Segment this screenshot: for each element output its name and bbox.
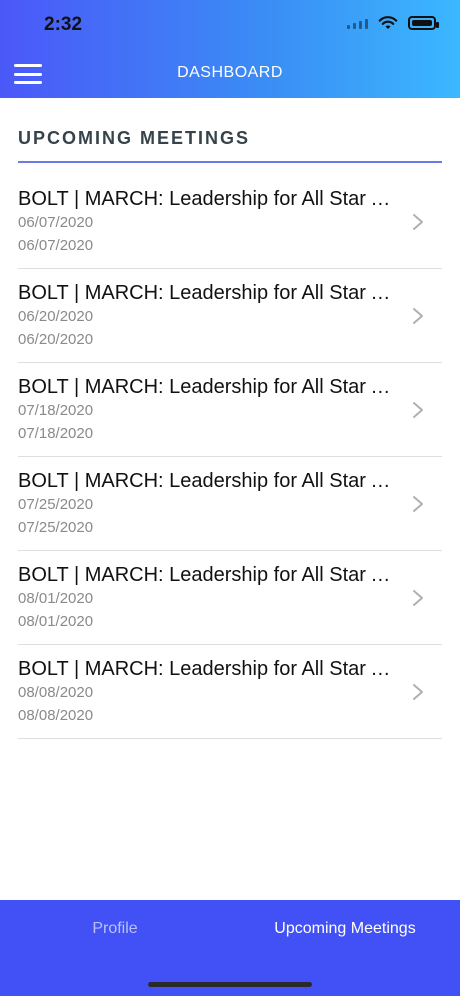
meeting-title: BOLT | MARCH: Leadership for All Star At… [18,376,398,398]
meeting-list-item[interactable]: BOLT | MARCH: Leadership for All Star At… [18,645,442,739]
meeting-start-date: 08/08/2020 [18,684,94,701]
section-divider [18,161,442,163]
meeting-list-item[interactable]: BOLT | MARCH: Leadership for All Star At… [18,551,442,645]
meeting-start-date: 06/07/2020 [18,214,94,231]
meeting-title: BOLT | MARCH: Leadership for All Star At… [18,470,398,492]
main-content: UPCOMING MEETINGS BOLT | MARCH: Leadersh… [18,98,442,739]
meeting-list-item[interactable]: BOLT | MARCH: Leadership for All Star At… [18,363,442,457]
meeting-start-date: 07/18/2020 [18,402,94,419]
meeting-title: BOLT | MARCH: Leadership for All Star At… [18,282,398,304]
meeting-start-date: 08/01/2020 [18,590,94,607]
header-bar: 2:32 DASHBOARD [0,0,460,98]
cellular-signal-icon [347,17,368,29]
wifi-icon [378,16,398,29]
chevron-right-icon [413,496,423,512]
section-title: UPCOMING MEETINGS [18,128,251,148]
chevron-right-icon [413,402,423,418]
status-time: 2:32 [44,14,83,35]
meeting-end-date: 08/08/2020 [18,707,94,724]
meeting-list-item[interactable]: BOLT | MARCH: Leadership for All Star At… [18,175,442,269]
meeting-title: BOLT | MARCH: Leadership for All Star At… [18,188,398,210]
battery-icon [408,16,439,30]
meeting-start-date: 06/20/2020 [18,308,94,325]
app-screen: 2:32 DASHBOARD UPCOMING MEETINGS BOLT | … [0,0,460,996]
meeting-end-date: 08/01/2020 [18,613,94,630]
meetings-list: BOLT | MARCH: Leadership for All Star At… [18,175,442,739]
meeting-title: BOLT | MARCH: Leadership for All Star At… [18,564,398,586]
meeting-end-date: 06/20/2020 [18,331,94,348]
chevron-right-icon [413,214,423,230]
meeting-start-date: 07/25/2020 [18,496,94,513]
home-indicator [148,982,312,987]
meeting-title: BOLT | MARCH: Leadership for All Star At… [18,658,398,680]
meeting-end-date: 06/07/2020 [18,237,94,254]
status-icons [347,16,439,30]
meeting-list-item[interactable]: BOLT | MARCH: Leadership for All Star At… [18,269,442,363]
meeting-end-date: 07/25/2020 [18,519,94,536]
meeting-end-date: 07/18/2020 [18,425,94,442]
chevron-right-icon [413,684,423,700]
chevron-right-icon [413,308,423,324]
page-title: DASHBOARD [177,64,283,81]
chevron-right-icon [413,590,423,606]
meeting-list-item[interactable]: BOLT | MARCH: Leadership for All Star At… [18,457,442,551]
